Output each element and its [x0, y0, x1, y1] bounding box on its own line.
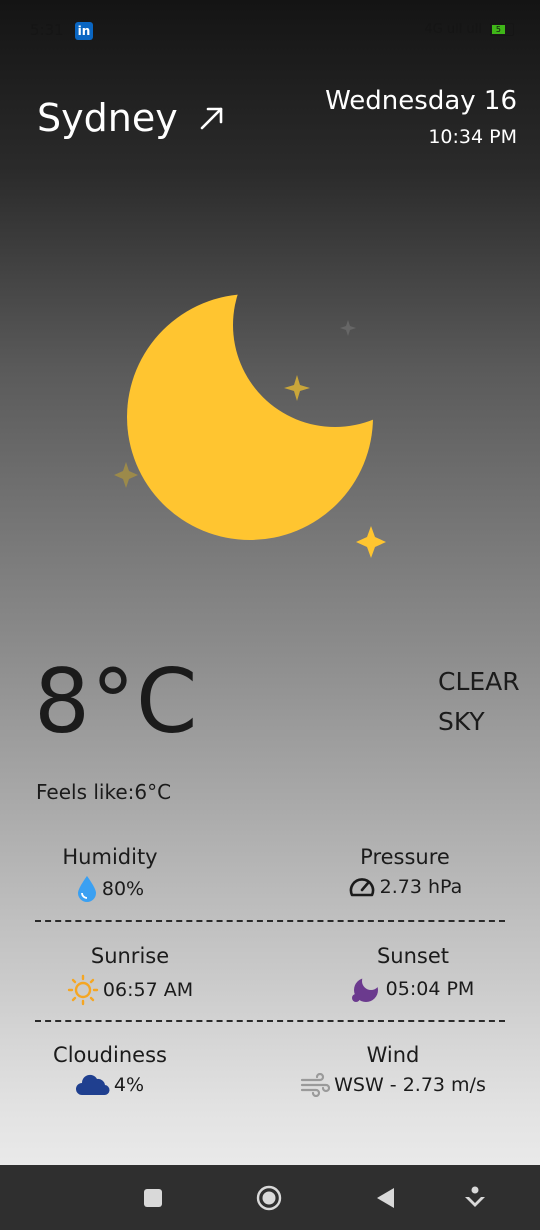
sun-icon [67, 974, 99, 1006]
hide-nav-button[interactable] [462, 1185, 488, 1211]
linkedin-notification-icon: in [75, 22, 93, 40]
pressure-metric: Pressure 2.73 hPa [330, 845, 480, 899]
signal-indicators: 4G ull ull [424, 22, 482, 37]
cloudiness-value: 4% [113, 1074, 145, 1096]
moon-icon [351, 978, 378, 1002]
status-time: 5:31 [30, 21, 64, 39]
pressure-label: Pressure [360, 845, 450, 869]
pressure-value: 2.73 hPa [379, 876, 463, 898]
star-shape [114, 462, 138, 488]
weather-condition: CLEAR SKY [438, 662, 528, 742]
moon-stars-icon [114, 294, 386, 558]
arrow-up-right-icon[interactable] [198, 104, 226, 132]
back-button[interactable] [373, 1185, 399, 1211]
cloudiness-metric: Cloudiness 4% [45, 1043, 175, 1097]
row-divider [35, 1020, 505, 1022]
system-navigation-bar [0, 1165, 540, 1230]
sunrise-metric: Sunrise 06:57 AM [60, 944, 200, 1006]
location-header[interactable]: Sydney [37, 96, 226, 140]
current-time: 10:34 PM [428, 126, 517, 148]
battery-level: 5 [492, 25, 505, 34]
current-date: Wednesday 16 [325, 86, 517, 116]
feels-like: Feels like:6°C [36, 780, 172, 804]
humidity-metric: Humidity 80% [55, 845, 165, 903]
condition-line-1: CLEAR [438, 667, 520, 696]
water-drop-icon [77, 876, 96, 902]
wind-value: WSW - 2.73 m/s [334, 1074, 486, 1096]
humidity-value: 80% [101, 878, 145, 900]
row-divider [35, 920, 505, 922]
sunset-metric: Sunset 05:04 PM [345, 944, 481, 1004]
sunset-value: 05:04 PM [385, 978, 475, 1000]
cloud-icon [75, 1074, 110, 1096]
humidity-label: Humidity [62, 845, 158, 869]
home-button[interactable] [256, 1185, 282, 1211]
recent-apps-button[interactable] [140, 1185, 166, 1211]
city-name: Sydney [37, 96, 178, 140]
wind-label: Wind [366, 1043, 420, 1067]
status-indicators: 4G ull ull 5 [424, 22, 514, 37]
wind-metric: Wind WSW - 2.73 m/s [295, 1043, 491, 1097]
sunset-label: Sunset [376, 944, 450, 968]
moon-shape [127, 294, 373, 540]
condition-line-2: SKY [438, 707, 485, 736]
temperature: 8°C [34, 650, 199, 753]
star-shape [356, 526, 386, 558]
wind-icon [301, 1073, 331, 1097]
status-bar: 5:31 in 4G ull ull 5 [0, 0, 540, 62]
star-shape [340, 320, 356, 336]
gauge-icon [349, 878, 374, 897]
battery-icon: 5 [490, 23, 514, 36]
sunrise-label: Sunrise [90, 944, 170, 968]
sunrise-value: 06:57 AM [102, 979, 194, 1001]
cloudiness-label: Cloudiness [53, 1043, 167, 1067]
